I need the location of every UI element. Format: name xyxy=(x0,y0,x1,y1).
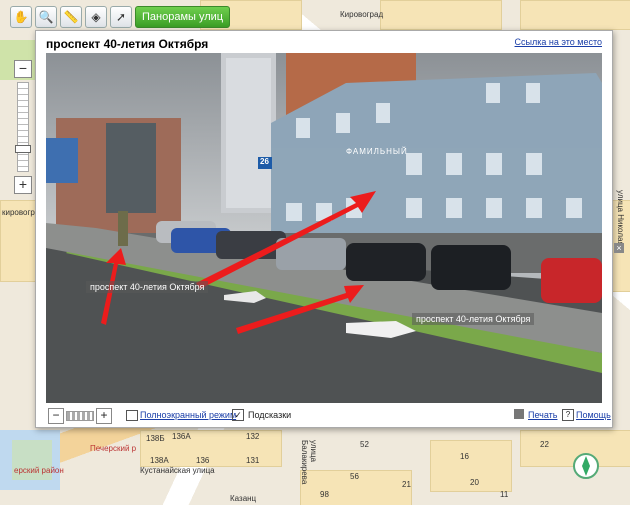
map-toolbar: ✋ 🔍 📏 ◈ ➚ Панорамы улиц xyxy=(10,6,231,30)
house-number: 138Б xyxy=(146,434,165,443)
map-street-label: улица Николая xyxy=(616,190,625,246)
house-number: 56 xyxy=(350,472,359,481)
map-zoom-control: − + xyxy=(14,60,32,194)
compass-icon[interactable] xyxy=(572,452,600,480)
zoom-slider-thumb[interactable] xyxy=(15,145,31,153)
ruler-icon[interactable]: 📏 xyxy=(60,6,82,28)
fullscreen-link[interactable]: Полноэкранный режим xyxy=(140,410,236,420)
panorama-popup: проспект 40-летия Октября Ссылка на это … xyxy=(35,30,624,428)
map-street-label: Казанц xyxy=(230,494,257,503)
house-number-plate: 26 xyxy=(260,157,269,166)
street-label-overlay[interactable]: проспект 40-летия Октября xyxy=(86,281,209,293)
map-street-label: Кировоград xyxy=(340,10,384,19)
house-number: 98 xyxy=(320,490,329,499)
zoom-slider[interactable] xyxy=(66,411,94,421)
cursor-icon[interactable]: ➚ xyxy=(110,6,132,28)
house-number: 136 xyxy=(196,456,210,465)
house-number: 52 xyxy=(360,440,369,449)
zoom-out-button[interactable]: − xyxy=(48,408,64,424)
print-icon[interactable] xyxy=(514,409,524,419)
house-number: 132 xyxy=(246,432,260,441)
map-street-label: улица Балакирева xyxy=(300,440,318,485)
street-panorama-button[interactable]: Панорамы улиц xyxy=(135,6,231,28)
popup-title: проспект 40-летия Октября xyxy=(46,37,209,51)
fullscreen-icon[interactable] xyxy=(126,410,138,421)
map-district-label: Печерский р xyxy=(90,444,137,453)
search-icon[interactable]: 🔍 xyxy=(35,6,57,28)
house-number: 21 xyxy=(402,480,411,489)
house-number: 131 xyxy=(246,456,260,465)
help-link[interactable]: Помощь xyxy=(576,410,611,420)
help-icon[interactable]: ? xyxy=(562,409,574,421)
zoom-in-button[interactable]: + xyxy=(14,176,32,194)
house-number: 138А xyxy=(150,456,169,465)
hand-icon[interactable]: ✋ xyxy=(10,6,32,28)
street-label-overlay[interactable]: проспект 40-летия Октября xyxy=(412,313,535,325)
panorama-controls: − + Полноэкранный режим ✓ Подсказки Печа… xyxy=(46,407,611,425)
house-number: 136А xyxy=(172,432,191,441)
street-panorama-view[interactable]: 26 ФАМИЛЬНЫЙ проспект 40-летия Октября п… xyxy=(46,53,602,403)
link-to-place[interactable]: Ссылка на это место xyxy=(515,37,602,47)
zoom-in-button[interactable]: + xyxy=(96,408,112,424)
hints-label: Подсказки xyxy=(248,410,292,420)
zoom-out-button[interactable]: − xyxy=(14,60,32,78)
house-number: 20 xyxy=(470,478,479,487)
layer-icon[interactable]: ◈ xyxy=(85,6,107,28)
house-number: 11 xyxy=(500,490,509,499)
zoom-slider[interactable] xyxy=(15,82,31,172)
close-icon[interactable]: × xyxy=(614,243,624,253)
map-district-label: ерский район xyxy=(14,466,64,475)
store-sign: ФАМИЛЬНЫЙ xyxy=(346,147,408,156)
print-link[interactable]: Печать xyxy=(528,410,557,420)
map-street-label: Кустанайская улица xyxy=(140,466,215,475)
house-number: 16 xyxy=(460,452,469,461)
checkbox-icon[interactable]: ✓ xyxy=(232,409,244,421)
house-number: 22 xyxy=(540,440,549,449)
